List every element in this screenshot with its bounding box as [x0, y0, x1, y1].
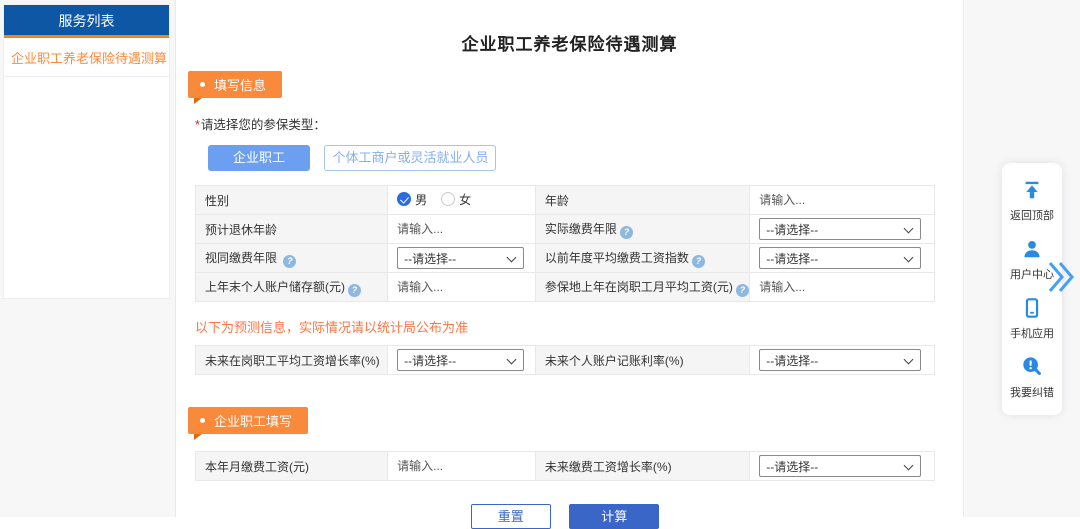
radio-checked-icon[interactable]: [397, 192, 411, 206]
wage-index-cell: --请选择--: [750, 244, 935, 273]
actual-years-label: 实际缴费年限: [535, 215, 749, 244]
pay-growth-label: 未来缴费工资增长率(%): [535, 452, 749, 481]
retire-age-input[interactable]: [397, 222, 524, 236]
chevron-down-icon: [506, 253, 516, 263]
participant-type-text: 请选择您的参保类型：: [201, 118, 326, 132]
left-sidebar-column: 服务列表 企业职工养老保险待遇测算: [0, 0, 176, 517]
gender-cell: 男 女: [388, 186, 536, 215]
prediction-note: 以下为预测信息，实际情况请以统计局公布为准: [195, 317, 963, 336]
monthly-wage-cell: [388, 452, 536, 481]
gender-radio-male[interactable]: 男: [397, 191, 427, 208]
sidebar-item-pension-calc[interactable]: 企业职工养老保险待遇测算: [4, 38, 169, 77]
required-asterisk: *: [195, 118, 200, 132]
section-badge-enterprise-fill: 企业职工填写: [188, 407, 308, 434]
age-cell: [750, 186, 935, 215]
gender-radio-female[interactable]: 女: [441, 191, 471, 208]
chevron-down-icon: [506, 355, 516, 365]
type-button-enterprise-employee[interactable]: 企业职工: [208, 145, 310, 171]
retire-age-cell: [388, 215, 536, 244]
error-correction-button[interactable]: 我要纠错: [1010, 349, 1054, 408]
help-icon[interactable]: [736, 284, 749, 297]
chevron-down-icon: [904, 224, 914, 234]
mobile-app-label: 手机应用: [1010, 325, 1054, 341]
actual-years-cell: --请选择--: [750, 215, 935, 244]
double-chevron-right-icon: [1047, 260, 1075, 294]
basic-info-table: 性别 男 女 年龄: [195, 185, 935, 302]
error-correction-label: 我要纠错: [1010, 384, 1054, 400]
prediction-table: 未来在岗职工平均工资增长率(%) --请选择-- 未来个人账户记账利率(%) -…: [195, 345, 935, 375]
service-list-panel: 服务列表 企业职工养老保险待遇测算: [3, 4, 170, 299]
gender-label: 性别: [196, 186, 388, 215]
chevron-down-icon: [904, 355, 914, 365]
back-to-top-icon: [1021, 179, 1043, 201]
table-row: 性别 男 女 年龄: [196, 186, 935, 215]
table-row: 未来在岗职工平均工资增长率(%) --请选择-- 未来个人账户记账利率(%) -…: [196, 346, 935, 375]
local-avg-wage-cell: [750, 273, 935, 302]
user-center-icon: [1021, 238, 1043, 260]
help-icon[interactable]: [348, 284, 361, 297]
account-balance-input[interactable]: [397, 280, 524, 294]
age-label: 年龄: [535, 186, 749, 215]
section-badge-fill-info: 填写信息: [188, 71, 282, 98]
future-wage-growth-label: 未来在岗职工平均工资增长率(%): [196, 346, 388, 375]
deemed-years-cell: --请选择--: [388, 244, 536, 273]
deemed-years-select[interactable]: --请选择--: [397, 247, 524, 269]
local-avg-wage-input[interactable]: [759, 280, 921, 294]
actual-years-select[interactable]: --请选择--: [759, 218, 921, 240]
enterprise-fill-table: 本年月缴费工资(元) 未来缴费工资增长率(%) --请选择--: [195, 451, 935, 481]
back-to-top-label: 返回顶部: [1010, 207, 1054, 223]
monthly-wage-input[interactable]: [397, 459, 524, 473]
chevron-down-icon: [904, 253, 914, 263]
mobile-app-icon: [1021, 297, 1043, 319]
table-row: 预计退休年龄 实际缴费年限 --请选择--: [196, 215, 935, 244]
future-wage-growth-cell: --请选择--: [388, 346, 536, 375]
radio-unchecked-icon[interactable]: [441, 192, 455, 206]
participant-type-buttons: 企业职工 个体工商户或灵活就业人员: [208, 145, 963, 171]
back-to-top-button[interactable]: 返回顶部: [1010, 172, 1054, 231]
age-input[interactable]: [759, 193, 921, 207]
help-icon[interactable]: [620, 226, 633, 239]
pay-growth-select[interactable]: --请选择--: [759, 455, 921, 477]
account-balance-label: 上年末个人账户储存额(元): [196, 273, 388, 302]
type-button-self-employed[interactable]: 个体工商户或灵活就业人员: [324, 145, 496, 171]
monthly-wage-label: 本年月缴费工资(元): [196, 452, 388, 481]
future-wage-growth-select[interactable]: --请选择--: [397, 349, 524, 371]
chevron-down-icon: [904, 461, 914, 471]
local-avg-wage-label: 参保地上年在岗职工月平均工资(元): [535, 273, 749, 302]
wage-index-select[interactable]: --请选择--: [759, 247, 921, 269]
future-interest-select[interactable]: --请选择--: [759, 349, 921, 371]
retire-age-label: 预计退休年龄: [196, 215, 388, 244]
page-title: 企业职工养老保险待遇测算: [176, 0, 963, 55]
service-list-header: 服务列表: [4, 5, 169, 38]
help-icon[interactable]: [283, 255, 296, 268]
pay-growth-cell: --请选择--: [750, 452, 935, 481]
future-interest-label: 未来个人账户记账利率(%): [535, 346, 749, 375]
participant-type-label: *请选择您的参保类型：: [195, 114, 963, 133]
wage-index-label: 以前年度平均缴费工资指数: [535, 244, 749, 273]
table-row: 本年月缴费工资(元) 未来缴费工资增长率(%) --请选择--: [196, 452, 935, 481]
main-content: 企业职工养老保险待遇测算 填写信息 *请选择您的参保类型： 企业职工 个体工商户…: [176, 0, 964, 517]
help-icon[interactable]: [692, 255, 705, 268]
deemed-years-label: 视同缴费年限: [196, 244, 388, 273]
table-row: 上年末个人账户储存额(元) 参保地上年在岗职工月平均工资(元): [196, 273, 935, 302]
error-correction-icon: [1021, 356, 1043, 378]
future-interest-cell: --请选择--: [750, 346, 935, 375]
right-utility-column: 返回顶部 用户中心 手机应用: [965, 0, 1080, 517]
collapse-panel-button[interactable]: [1047, 260, 1075, 299]
account-balance-cell: [388, 273, 536, 302]
table-row: 视同缴费年限 --请选择-- 以前年度平均缴费工资指数 --请选择--: [196, 244, 935, 273]
